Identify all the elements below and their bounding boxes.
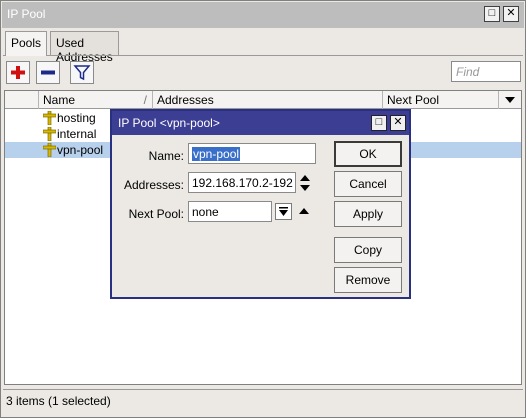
remove-button[interactable] (36, 61, 60, 84)
ok-button[interactable]: OK (334, 141, 402, 167)
dialog-maximize-button[interactable]: □ (371, 115, 387, 131)
header-spacer (5, 91, 39, 109)
column-name[interactable]: Name / (39, 91, 153, 109)
window-title: IP Pool (7, 7, 46, 21)
copy-button[interactable]: Copy (334, 237, 402, 263)
addresses-label: Addresses: (123, 178, 184, 192)
next-pool-dropdown-button[interactable] (275, 203, 292, 220)
addresses-field[interactable]: 192.168.170.2-192 (188, 172, 296, 193)
name-field-value: vpn-pool (192, 147, 241, 161)
add-button[interactable] (6, 61, 30, 84)
plus-icon (11, 66, 25, 79)
pool-name: hosting (43, 111, 96, 125)
maximize-button[interactable]: □ (484, 6, 500, 22)
filter-icon (73, 65, 91, 81)
pool-name-text: hosting (57, 111, 96, 125)
close-button[interactable]: ✕ (503, 6, 519, 22)
remove-button[interactable]: Remove (334, 267, 402, 293)
tab-used-addresses[interactable]: Used Addresses (50, 31, 119, 64)
filter-button[interactable] (70, 61, 94, 84)
apply-button[interactable]: Apply (334, 201, 402, 227)
next-pool-select[interactable]: none (188, 201, 272, 222)
column-name-label: Name (43, 93, 76, 107)
sort-marker: / (143, 93, 147, 107)
tab-pools[interactable]: Pools (5, 31, 48, 56)
column-next-pool[interactable]: Next Pool (383, 91, 499, 109)
dialog-close-button[interactable]: ✕ (390, 115, 406, 131)
window-titlebar[interactable]: IP Pool □ ✕ (2, 2, 524, 28)
pool-icon (43, 143, 56, 157)
cancel-button[interactable]: Cancel (334, 171, 402, 197)
dialog-titlebar[interactable]: IP Pool <vpn-pool> □ ✕ (112, 111, 409, 135)
pool-icon (43, 111, 56, 125)
pool-icon (43, 127, 56, 141)
dropdown-arrow-icon (505, 97, 515, 103)
find-input[interactable]: Find (451, 61, 521, 82)
dialog-title: IP Pool <vpn-pool> (118, 116, 220, 130)
next-pool-label: Next Pool: (128, 207, 184, 221)
pool-name: internal (43, 127, 96, 141)
status-bar: 3 items (1 selected) (3, 389, 523, 413)
column-menu-button[interactable] (499, 91, 521, 109)
column-addresses[interactable]: Addresses (153, 91, 383, 109)
list-header: Name / Addresses Next Pool (5, 91, 521, 109)
updown-arrows-icon[interactable] (299, 174, 311, 192)
dropdown-arrow-icon (279, 207, 288, 216)
name-label: Name: (148, 149, 184, 163)
collapse-up-icon[interactable] (298, 206, 310, 216)
pool-name-text: vpn-pool (57, 143, 104, 157)
pool-name: vpn-pool (43, 143, 103, 157)
ip-pool-dialog: IP Pool <vpn-pool> □ ✕ Name: vpn-pool Ad… (110, 109, 411, 299)
name-field[interactable]: vpn-pool (188, 143, 316, 164)
toolbar: Find (3, 55, 523, 85)
pool-name-text: internal (57, 127, 97, 141)
minus-icon (41, 70, 55, 75)
